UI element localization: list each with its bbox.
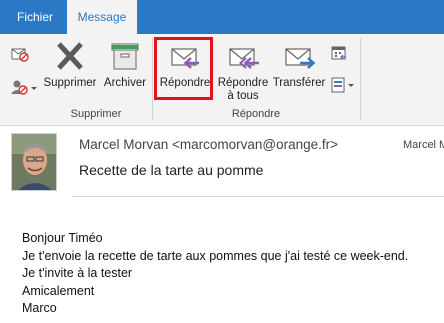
ribbon: Supprimer Archiver Supprimer Répondre Ré… (0, 34, 444, 126)
junk-icon[interactable] (10, 78, 38, 99)
reply-all-icon (215, 39, 271, 77)
forward-button[interactable]: Transférer (271, 39, 327, 90)
delete-button[interactable]: Supprimer (42, 39, 98, 90)
message-header: Marcel Morvan <marcomorvan@orange.fr> Ma… (0, 126, 444, 196)
group-divider (360, 38, 361, 120)
message-body: Bonjour Timéo Je t'envoie la recette de … (22, 230, 442, 318)
tab-message[interactable]: Message (67, 0, 137, 34)
avatar (11, 133, 57, 191)
ignore-icon[interactable] (10, 45, 30, 66)
body-line: Je t'envoie la recette de tarte aux pomm… (22, 248, 409, 263)
reply-all-label-1: Répondre (217, 77, 269, 89)
archive-button-label: Archiver (103, 77, 147, 89)
header-divider (72, 196, 444, 197)
recipient[interactable]: Marcel M (403, 139, 444, 151)
ribbon-tab-bar: Fichier Message (0, 0, 444, 34)
delete-x-icon (42, 39, 98, 77)
delete-button-label: Supprimer (43, 77, 97, 89)
forward-button-label: Transférer (272, 77, 326, 89)
archive-button[interactable]: Archiver (100, 39, 150, 90)
archive-icon (100, 39, 150, 77)
highlight-box (154, 37, 213, 100)
meeting-icon[interactable] (330, 44, 348, 65)
reply-all-button[interactable]: Répondre à tous (215, 39, 271, 103)
group-label-supprimer: Supprimer (70, 108, 122, 120)
body-line: Je t'invite à la tester (22, 266, 133, 280)
body-line: Amicalement (22, 283, 95, 298)
group-label-repondre: Répondre (231, 108, 281, 120)
reply-all-label-2: à tous (227, 90, 259, 102)
forward-icon (271, 39, 327, 77)
more-respond-icon[interactable] (330, 76, 356, 97)
body-line: Bonjour Timéo (22, 231, 103, 245)
subject: Recette de la tarte au pomme (79, 162, 264, 178)
body-line: Marco (22, 301, 57, 315)
sender[interactable]: Marcel Morvan <marcomorvan@orange.fr> (79, 137, 338, 152)
tab-fichier[interactable]: Fichier (7, 0, 63, 34)
group-divider (152, 38, 153, 120)
